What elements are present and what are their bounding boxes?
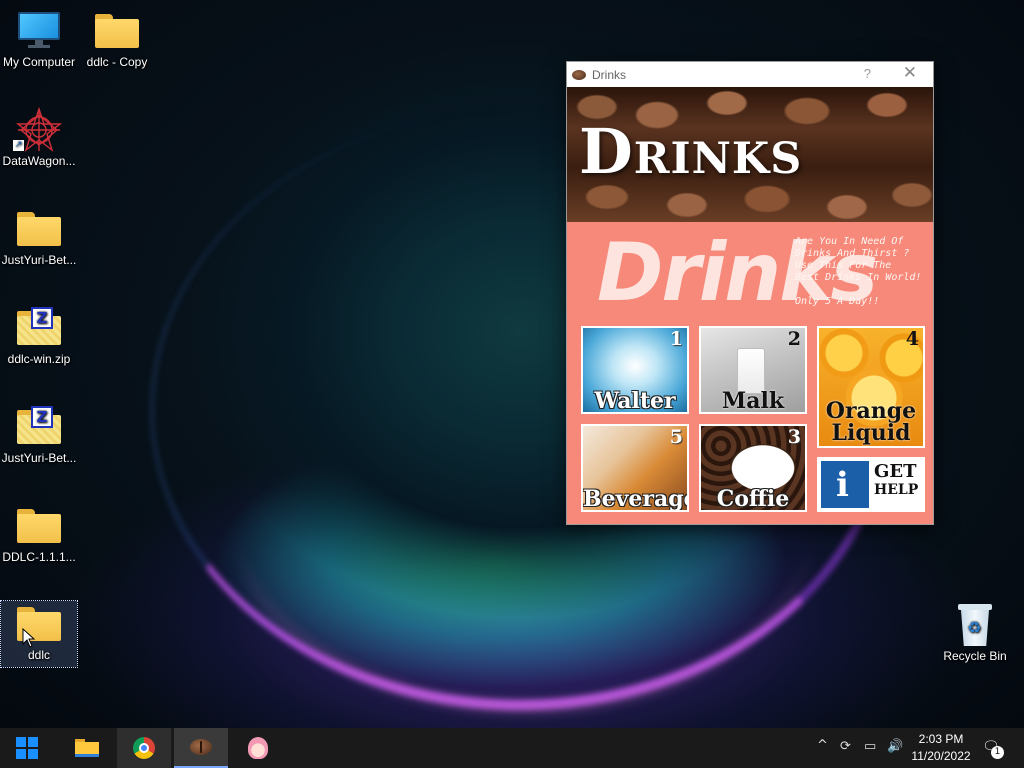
- shortcut-arrow-icon: ↗: [13, 140, 24, 151]
- help-line: GET: [874, 461, 917, 482]
- window-title: Drinks: [592, 67, 627, 82]
- clock[interactable]: 2:03 PM 11/20/2022: [908, 731, 974, 765]
- close-button[interactable]: ✕: [903, 63, 917, 83]
- banner-title: Drinks: [579, 115, 803, 188]
- tile-name-line: Orange: [825, 398, 917, 424]
- clock-date: 11/20/2022: [911, 749, 971, 763]
- drink-tile-beverage[interactable]: 5 Beverage: [581, 424, 689, 512]
- promo-line: Use This For The: [795, 260, 892, 271]
- desktop-icon-my-computer[interactable]: My Computer: [1, 8, 77, 69]
- zip-folder-icon: Z: [17, 406, 61, 444]
- tile-name-line: Liquid: [831, 420, 911, 446]
- taskbar: ^ ⟳ ▭ 🔊 2:03 PM 11/20/2022 🗨 1: [0, 728, 1024, 768]
- desktop-icon-label: ddlc-win.zip: [7, 352, 71, 366]
- promo-line: Drinks And Thirst ?: [795, 248, 910, 259]
- taskbar-drinks[interactable]: [174, 728, 228, 768]
- volume-icon[interactable]: 🔊: [887, 739, 903, 754]
- desktop-icon-label: My Computer: [2, 55, 76, 69]
- coffee-bean-icon: [572, 69, 586, 80]
- desktop-icon-label: JustYuri-Bet...: [1, 451, 77, 465]
- desktop-icon-ddlc[interactable]: ddlc: [0, 600, 78, 668]
- drink-tile-coffie[interactable]: 3 Coffie: [699, 424, 807, 512]
- desktop-icon-ddlc-copy[interactable]: ddlc - Copy: [79, 8, 155, 69]
- window-titlebar[interactable]: Drinks ? ✕: [567, 62, 933, 87]
- zip-folder-icon: Z: [17, 307, 61, 345]
- desktop-icon-label: ddlc - Copy: [86, 55, 148, 69]
- folder-icon: [75, 739, 99, 757]
- clock-time: 2:03 PM: [918, 732, 964, 746]
- desktop-icon-label: DDLC-1.1.1...: [2, 550, 76, 564]
- tile-name: Walter: [594, 388, 676, 414]
- promo-line: Best Drinks In World!: [795, 272, 922, 283]
- taskbar-chrome[interactable]: [117, 728, 171, 768]
- desktop-icon-justyuri-zip[interactable]: Z JustYuri-Bet...: [1, 404, 77, 465]
- get-help-button[interactable]: i GET HELP: [817, 457, 925, 512]
- anime-character-icon: [248, 737, 268, 759]
- tile-number: 4: [905, 328, 919, 350]
- start-button[interactable]: [0, 728, 54, 768]
- promo-price: Only 5 A Day!!: [795, 296, 880, 307]
- promo-line: Are You In Need Of: [795, 236, 904, 247]
- desktop-icon-label: ddlc: [27, 648, 50, 662]
- recycle-bin-icon: ♻: [958, 604, 992, 646]
- taskbar-file-explorer[interactable]: [60, 728, 114, 768]
- folder-icon: [95, 14, 139, 48]
- show-hidden-icons-chevron-icon[interactable]: ^: [817, 738, 828, 753]
- desktop-icon-ddlc-win-zip[interactable]: Z ddlc-win.zip: [1, 305, 77, 366]
- tile-name: Beverage: [583, 486, 689, 512]
- folder-icon: [17, 509, 61, 543]
- desktop-icon-label: Recycle Bin: [943, 649, 1007, 663]
- folder-icon: [17, 212, 61, 246]
- notification-count-badge: 1: [991, 746, 1004, 759]
- desktop-icon-justyuri-folder[interactable]: JustYuri-Bet...: [1, 206, 77, 267]
- taskbar-anime-app[interactable]: [231, 728, 285, 768]
- coffee-banner: Drinks: [567, 87, 933, 222]
- chrome-icon: [133, 737, 155, 759]
- sync-icon[interactable]: ⟳: [840, 739, 851, 754]
- drink-tile-walter[interactable]: 1 Walter: [581, 326, 689, 414]
- tile-number: 5: [669, 426, 683, 448]
- desktop-icon-datawagon[interactable]: ↗ DataWagon...: [1, 107, 77, 168]
- network-icon[interactable]: ▭: [864, 739, 876, 754]
- drink-tile-orange-liquid[interactable]: 4 Orange Liquid: [817, 326, 925, 448]
- notification-center-button[interactable]: 🗨 1: [982, 739, 1004, 759]
- help-button[interactable]: ?: [864, 66, 871, 81]
- desktop-icon-label: DataWagon...: [2, 154, 76, 168]
- drink-tile-malk[interactable]: 2 Malk: [699, 326, 807, 414]
- promo-copy: Are You In Need Of Drinks And Thirst ? U…: [795, 236, 931, 308]
- tile-number: 2: [787, 328, 801, 350]
- tile-number: 1: [669, 328, 683, 350]
- tile-name: Malk: [721, 388, 785, 414]
- coffee-bean-icon: [190, 739, 212, 755]
- windows-logo-icon: [16, 737, 38, 759]
- help-line: HELP: [874, 482, 919, 498]
- promo-area: Drinks Are You In Need Of Drinks And Thi…: [567, 222, 933, 322]
- info-icon: i: [821, 461, 869, 508]
- tile-number: 3: [787, 426, 801, 448]
- help-text: GET HELP: [874, 463, 918, 499]
- monitor-icon: [18, 12, 60, 50]
- desktop-icon-label: JustYuri-Bet...: [1, 253, 77, 267]
- tile-name: Orange Liquid: [819, 400, 923, 444]
- desktop-icon-ddlc-111[interactable]: DDLC-1.1.1...: [1, 503, 77, 564]
- desktop-icon-recycle-bin[interactable]: ♻ Recycle Bin: [937, 602, 1013, 663]
- drinks-window[interactable]: Drinks ? ✕ Drinks Drinks Are You In Need…: [566, 61, 934, 525]
- tile-name: Coffie: [716, 486, 790, 512]
